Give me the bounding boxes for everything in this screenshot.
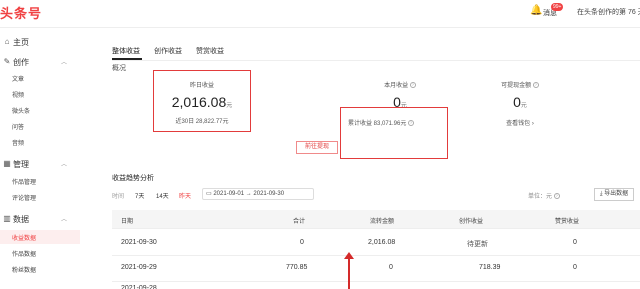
sidebar-sub-article[interactable]: 文章 — [12, 74, 24, 83]
filter-yesterday[interactable]: 昨天 — [179, 191, 191, 200]
col-creation: 创作收益 — [459, 219, 484, 225]
sidebar-sub-revenue[interactable]: 收益数据 — [12, 233, 36, 242]
main-content: 整体收益 创作收益 赞赏收益 概况 昨日收益 2,016.08元 近30日 28… — [80, 28, 640, 289]
info-icon[interactable]: ? — [532, 82, 539, 89]
chevron-up-icon: ︿ — [61, 60, 68, 66]
table-cell: 718.39 — [479, 264, 501, 271]
table-cell: 0 — [573, 239, 577, 246]
trend-title: 收益趋势分析 — [112, 175, 154, 182]
withdrawable-label: 可提现金额 ? — [501, 82, 539, 89]
tab-overall[interactable]: 整体收益 — [112, 46, 140, 56]
sidebar-item-label: 创作 — [13, 58, 29, 67]
withdrawable-value: 0元 — [513, 94, 527, 110]
col-appreciation: 赞赏收益 — [555, 219, 580, 225]
info-icon[interactable]: ? — [409, 82, 416, 89]
unit-label: 单位：元 ? — [528, 193, 560, 200]
calendar-icon: ▭ — [206, 191, 212, 197]
sidebar-item-label: 管理 — [13, 160, 29, 169]
overview-heading: 概况 — [112, 65, 126, 72]
sidebar-item-home[interactable]: ⌂ 主页 — [0, 36, 80, 50]
pen-icon: ✎ — [3, 57, 11, 66]
filter-7-days[interactable]: 7天 — [135, 191, 144, 200]
bar-chart-icon: ▥ — [3, 214, 11, 223]
table-cell: 2021-09-28 — [121, 285, 157, 289]
sidebar-item-data[interactable]: ▥ 数据 ︿ — [0, 213, 80, 227]
total-revenue: 累计收益 83,071.96元 ? — [348, 120, 415, 127]
creation-days-text: 在头条创作的第 76 天 — [577, 9, 640, 16]
table-cell: 770.85 — [286, 264, 308, 271]
date-range-picker[interactable]: ▭ 2021-09-01 → 2021-09-30 — [202, 188, 314, 200]
home-icon: ⌂ — [4, 37, 10, 46]
top-bar: 头条号 🔔 消息 99+ 在头条创作的第 76 天 — [0, 0, 640, 28]
sidebar-sub-comments[interactable]: 评论管理 — [12, 193, 36, 202]
table-cell: 2,016.08 — [368, 239, 396, 246]
sidebar-sub-qa[interactable]: 问答 — [12, 122, 24, 131]
sidebar: ⌂ 主页 ✎ 创作 ︿ 文章 视频 微头条 问答 音频 ▦ 管理 ︿ 作品管理 … — [0, 28, 80, 289]
month-label: 本月收益 ? — [384, 82, 416, 89]
export-button[interactable]: ⤓ 导出数据 — [594, 188, 634, 201]
highlight-box-total — [340, 107, 448, 159]
bell-icon[interactable]: 🔔 — [530, 5, 542, 16]
app-logo[interactable]: 头条号 — [0, 3, 42, 22]
chevron-up-icon: ︿ — [61, 162, 68, 168]
sidebar-sub-audio[interactable]: 音频 — [12, 138, 24, 147]
col-total: 合计 — [293, 219, 306, 225]
sidebar-sub-video[interactable]: 视频 — [12, 90, 24, 99]
annotation-arrow — [348, 256, 350, 289]
table-cell: 0 — [573, 264, 577, 271]
table-cell: 2021-09-29 — [121, 264, 157, 271]
withdraw-button[interactable]: 前往提现 — [296, 141, 338, 154]
table-cell: 待更新 — [467, 241, 488, 248]
view-wallet-link[interactable]: 查看钱包 › — [470, 118, 570, 127]
row-divider — [112, 255, 640, 256]
sidebar-item-label: 主页 — [13, 38, 29, 47]
time-label: 时间 — [112, 194, 125, 200]
info-icon[interactable]: ? — [408, 120, 415, 127]
sidebar-sub-fan-data[interactable]: 粉丝数据 — [12, 265, 36, 274]
tab-creation[interactable]: 创作收益 — [154, 46, 182, 56]
sidebar-sub-work-data[interactable]: 作品数据 — [12, 249, 36, 258]
table-cell: 0 — [389, 264, 393, 271]
date-from: 2021-09-01 — [213, 191, 245, 197]
chevron-up-icon: ︿ — [61, 217, 68, 223]
date-to: 2021-09-30 — [253, 191, 285, 197]
col-flow: 流转金额 — [370, 219, 395, 225]
info-icon[interactable]: ? — [553, 193, 560, 200]
tab-appreciation[interactable]: 赞赏收益 — [196, 46, 224, 56]
sidebar-sub-works[interactable]: 作品管理 — [12, 177, 36, 186]
grid-icon: ▦ — [3, 159, 11, 168]
sidebar-item-create[interactable]: ✎ 创作 ︿ — [0, 56, 80, 70]
sidebar-sub-weitoutiao[interactable]: 微头条 — [12, 106, 30, 115]
col-date: 日期 — [121, 219, 134, 225]
table-cell: 0 — [300, 239, 304, 246]
tabs-divider — [112, 60, 640, 61]
last-30-days: 近30日 28,822.77元 — [175, 119, 229, 125]
row-divider — [112, 281, 640, 282]
yesterday-value: 2,016.08元 — [171, 94, 233, 110]
sidebar-item-label: 数据 — [13, 215, 29, 224]
row-divider — [112, 228, 640, 229]
download-icon: ⤓ — [599, 191, 603, 197]
sidebar-item-manage[interactable]: ▦ 管理 ︿ — [0, 158, 80, 172]
notification-badge: 99+ — [551, 3, 564, 11]
filter-14-days[interactable]: 14天 — [156, 191, 169, 200]
yesterday-label: 昨日收益 — [189, 83, 214, 89]
table-cell: 2021-09-30 — [121, 239, 157, 246]
